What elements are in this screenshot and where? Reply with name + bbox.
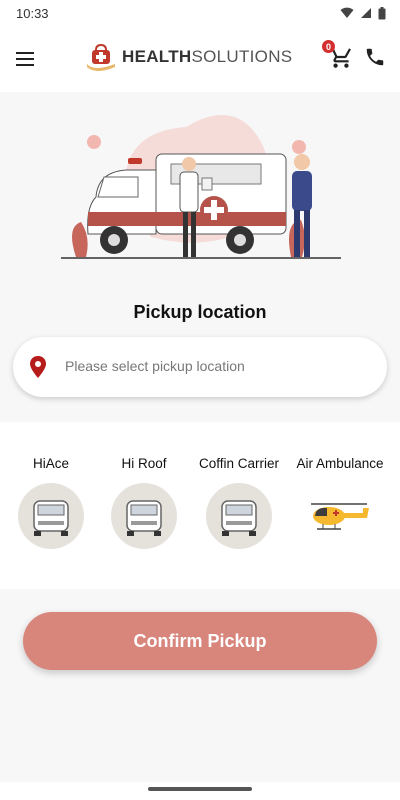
phone-icon: [366, 48, 384, 66]
pickup-placeholder: Please select pickup location: [65, 358, 245, 374]
vehicle-selector: HiAce Hi Roof Coffin Carrier Air Ambulan…: [0, 424, 400, 589]
confirm-section: Confirm Pickup: [0, 589, 400, 782]
location-pin-icon: [30, 356, 46, 378]
van-icon: [206, 483, 272, 549]
pickup-location-input[interactable]: Please select pickup location: [13, 337, 387, 397]
status-time: 10:33: [16, 5, 49, 21]
confirm-pickup-button[interactable]: Confirm Pickup: [23, 612, 377, 670]
hamburger-line: [16, 64, 34, 66]
logo-text-light: SOLUTIONS: [191, 47, 293, 66]
vehicle-option-hiace[interactable]: HiAce: [1, 456, 101, 549]
cart-button[interactable]: 0: [322, 40, 356, 72]
status-icons: [340, 6, 386, 20]
vehicle-label: Air Ambulance: [296, 456, 384, 471]
ambulance-illustration: [61, 115, 341, 259]
hamburger-line: [16, 58, 34, 60]
battery-icon: [378, 6, 386, 19]
vehicle-label: Hi Roof: [121, 456, 167, 471]
vehicle-option-hi-roof[interactable]: Hi Roof: [94, 456, 194, 549]
vehicle-label: HiAce: [32, 456, 69, 471]
app-logo: HEALTHSOLUTIONS: [84, 42, 292, 72]
menu-button[interactable]: [12, 46, 38, 72]
wifi-icon: [340, 7, 354, 18]
vehicle-option-air-ambulance[interactable]: Air Ambulance: [290, 456, 390, 549]
vehicle-option-coffin-carrier[interactable]: Coffin Carrier: [189, 456, 289, 549]
van-icon: [111, 483, 177, 549]
hamburger-icon: [16, 52, 34, 54]
signal-icon: [361, 8, 371, 18]
pickup-title: Pickup location: [133, 302, 267, 322]
helicopter-icon: [307, 483, 373, 549]
van-icon: [18, 483, 84, 549]
gesture-nav-handle[interactable]: [148, 787, 252, 791]
pickup-section: Pickup location Please select pickup loc…: [0, 92, 400, 422]
logo-text: HEALTHSOLUTIONS: [122, 47, 292, 67]
health-logo-icon: [87, 43, 115, 71]
call-button[interactable]: [364, 46, 388, 70]
app-bar: HEALTHSOLUTIONS 0: [0, 26, 400, 92]
vehicle-label: Coffin Carrier: [198, 456, 280, 471]
cart-count-badge: 0: [322, 40, 335, 53]
logo-text-bold: HEALTH: [122, 47, 192, 66]
status-bar: 10:33: [0, 0, 400, 26]
